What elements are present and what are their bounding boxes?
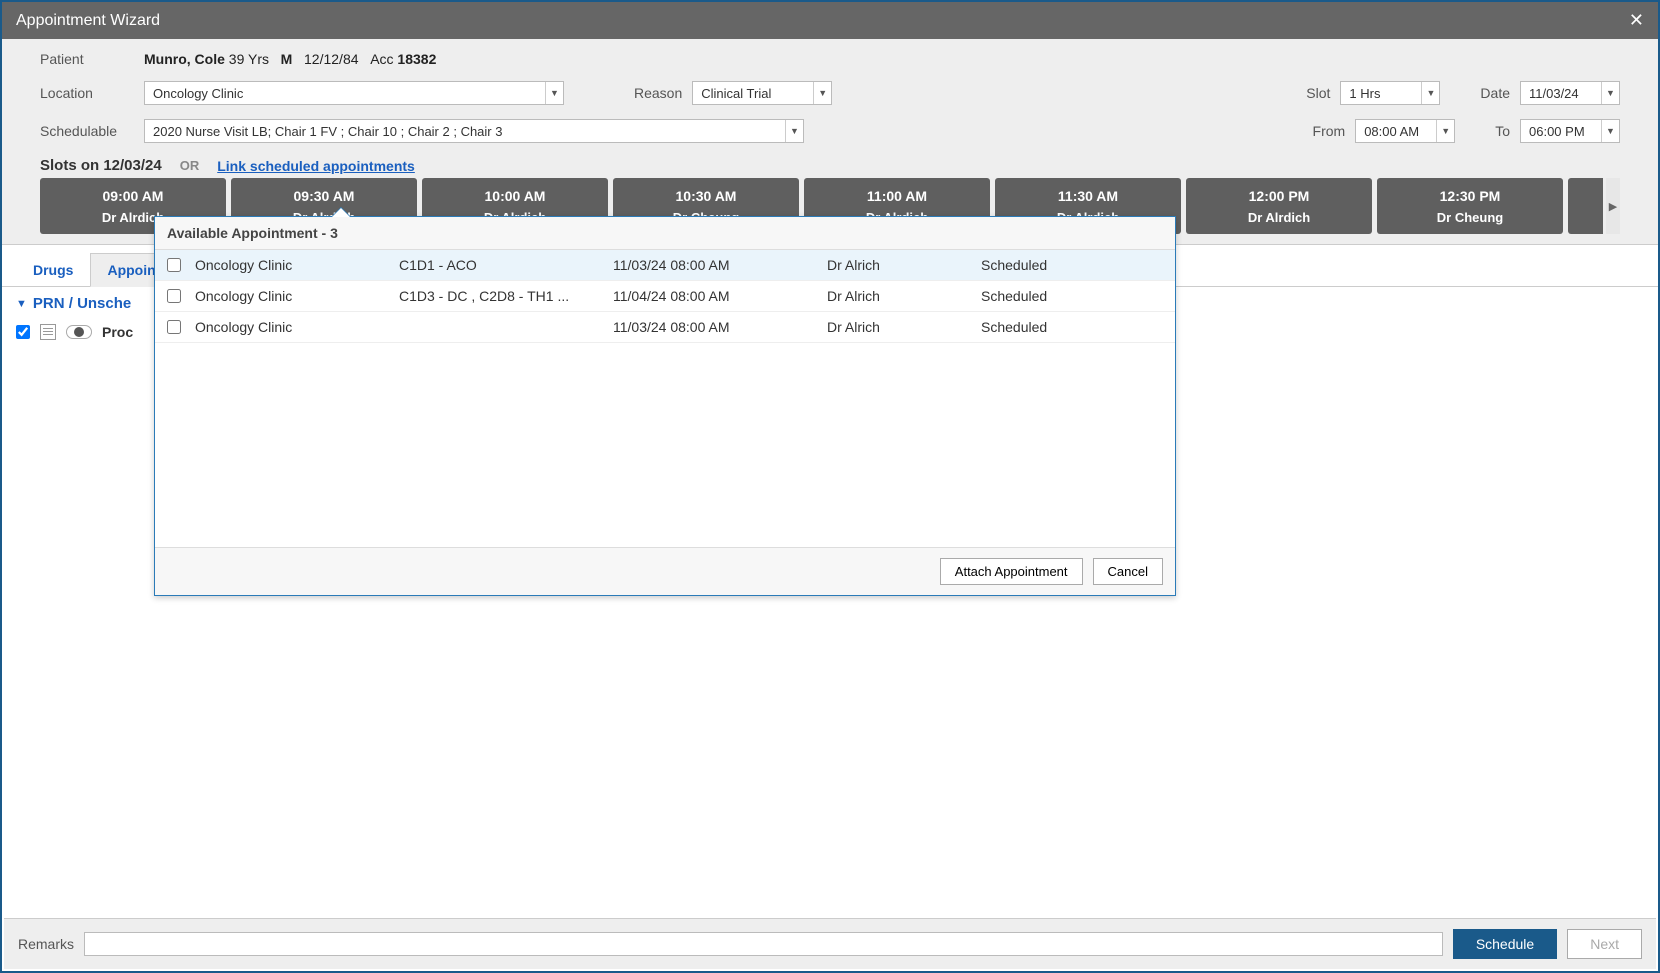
slot-card[interactable]: 12:00 PM Dr Alrdich (1186, 178, 1372, 234)
section-title-text: PRN / Unsche (33, 295, 131, 312)
row-datetime: 11/03/24 08:00 AM (613, 257, 823, 273)
row-status: Scheduled (981, 257, 1101, 273)
row-checkbox[interactable] (167, 258, 181, 272)
slot-time: 09:30 AM (294, 188, 355, 204)
chevron-down-icon: ▼ (16, 298, 27, 310)
row-checkbox[interactable] (167, 289, 181, 303)
window-title: Appointment Wizard (16, 12, 160, 30)
row-status: Scheduled (981, 319, 1101, 335)
slot-time: 10:30 AM (676, 188, 737, 204)
notes-icon[interactable] (40, 324, 56, 340)
schedulable-combo[interactable]: 2020 Nurse Visit LB; Chair 1 FV ; Chair … (144, 119, 804, 143)
slots-on-date: Slots on 12/03/24 (40, 157, 162, 174)
reason-combo[interactable]: Clinical Trial ▼ (692, 81, 832, 105)
patient-info: Munro, Cole 39 Yrs M 12/12/84 Acc 18382 (144, 51, 436, 67)
link-scheduled-link[interactable]: Link scheduled appointments (217, 158, 415, 174)
slots-header: Slots on 12/03/24 OR Link scheduled appo… (40, 157, 1620, 174)
slot-provider: Dr Alrdich (1248, 210, 1310, 225)
popup-title: Available Appointment - 3 (155, 217, 1175, 250)
row-provider: Dr Alrich (827, 288, 977, 304)
slot-time: 12:00 PM (1249, 188, 1310, 204)
reason-label: Reason (634, 85, 682, 101)
date-combo[interactable]: 11/03/24 ▼ (1520, 81, 1620, 105)
from-value: 08:00 AM (1356, 124, 1436, 139)
row-provider: Dr Alrich (827, 257, 977, 273)
slots-or: OR (180, 158, 200, 173)
chevron-down-icon[interactable]: ▼ (1601, 82, 1619, 104)
to-label: To (1495, 123, 1510, 139)
row-clinic: Oncology Clinic (195, 257, 395, 273)
row-cycle: C1D3 - DC , C2D8 - TH1 ... (399, 288, 609, 304)
row-cycle: C1D1 - ACO (399, 257, 609, 273)
scroll-right-icon[interactable]: ▶ (1606, 178, 1620, 234)
row-datetime: 11/04/24 08:00 AM (613, 288, 823, 304)
chevron-down-icon[interactable]: ▼ (1436, 120, 1454, 142)
slot-time: 12:30 PM (1440, 188, 1501, 204)
slot-time: 11:00 AM (867, 188, 927, 204)
remarks-label: Remarks (18, 936, 74, 952)
table-row[interactable]: Oncology ClinicC1D3 - DC , C2D8 - TH1 ..… (155, 281, 1175, 312)
location-combo[interactable]: Oncology Clinic ▼ (144, 81, 564, 105)
chevron-down-icon[interactable]: ▼ (1601, 120, 1619, 142)
slot-value: 1 Hrs (1341, 86, 1421, 101)
available-appointments-popup: Available Appointment - 3 Oncology Clini… (154, 216, 1176, 596)
row-checkbox[interactable] (167, 320, 181, 334)
slot-time: 09:00 AM (103, 188, 164, 204)
date-label: Date (1480, 85, 1510, 101)
patient-sex: M (281, 51, 293, 67)
location-value: Oncology Clinic (145, 86, 545, 101)
slot-time: 11:30 AM (1058, 188, 1118, 204)
patient-acc-label: Acc (370, 51, 393, 67)
chevron-down-icon[interactable]: ▼ (545, 82, 563, 104)
slot-label: Slot (1306, 85, 1330, 101)
item-label: Proc (102, 324, 133, 340)
slot-time: 10:00 AM (485, 188, 546, 204)
date-value: 11/03/24 (1521, 86, 1601, 101)
slot-card[interactable]: 12:30 PM Dr Cheung (1377, 178, 1563, 234)
schedulable-label: Schedulable (40, 123, 134, 139)
schedule-button[interactable]: Schedule (1453, 929, 1557, 959)
row-clinic: Oncology Clinic (195, 319, 395, 335)
row-provider: Dr Alrich (827, 319, 977, 335)
table-row[interactable]: Oncology ClinicC1D1 - ACO11/03/24 08:00 … (155, 250, 1175, 281)
row-status: Scheduled (981, 288, 1101, 304)
item-toggle[interactable] (66, 325, 92, 339)
remarks-input[interactable] (84, 932, 1443, 956)
slot-combo[interactable]: 1 Hrs ▼ (1340, 81, 1440, 105)
to-value: 06:00 PM (1521, 124, 1601, 139)
reason-value: Clinical Trial (693, 86, 813, 101)
footer-bar: Remarks Schedule Next (4, 918, 1656, 969)
row-datetime: 11/03/24 08:00 AM (613, 319, 823, 335)
title-bar: Appointment Wizard ✕ (2, 2, 1658, 39)
to-combo[interactable]: 06:00 PM ▼ (1520, 119, 1620, 143)
slot-card[interactable]: 01:00 PMDr Alrdich (1568, 178, 1603, 234)
patient-age: 39 Yrs (229, 51, 269, 67)
schedulable-value: 2020 Nurse Visit LB; Chair 1 FV ; Chair … (145, 124, 785, 139)
attach-appointment-button[interactable]: Attach Appointment (940, 558, 1083, 585)
row-clinic: Oncology Clinic (195, 288, 395, 304)
table-row[interactable]: Oncology Clinic 11/03/24 08:00 AMDr Alric… (155, 312, 1175, 343)
popup-footer: Attach Appointment Cancel (155, 547, 1175, 595)
slot-provider: Dr Cheung (1437, 210, 1503, 225)
from-combo[interactable]: 08:00 AM ▼ (1355, 119, 1455, 143)
header-area: Patient Munro, Cole 39 Yrs M 12/12/84 Ac… (2, 39, 1658, 245)
chevron-down-icon[interactable]: ▼ (813, 82, 831, 104)
tab-drugs[interactable]: Drugs (16, 253, 90, 286)
patient-name: Munro, Cole (144, 51, 225, 67)
location-label: Location (40, 85, 134, 101)
item-checkbox[interactable] (16, 325, 30, 339)
patient-acc-no: 18382 (397, 51, 436, 67)
patient-dob: 12/12/84 (304, 51, 359, 67)
from-label: From (1313, 123, 1346, 139)
patient-label: Patient (40, 51, 134, 67)
popup-table: Oncology ClinicC1D1 - ACO11/03/24 08:00 … (155, 250, 1175, 547)
next-button[interactable]: Next (1567, 929, 1642, 959)
chevron-down-icon[interactable]: ▼ (1421, 82, 1439, 104)
close-icon[interactable]: ✕ (1629, 10, 1644, 31)
cancel-button[interactable]: Cancel (1093, 558, 1163, 585)
chevron-down-icon[interactable]: ▼ (785, 120, 803, 142)
